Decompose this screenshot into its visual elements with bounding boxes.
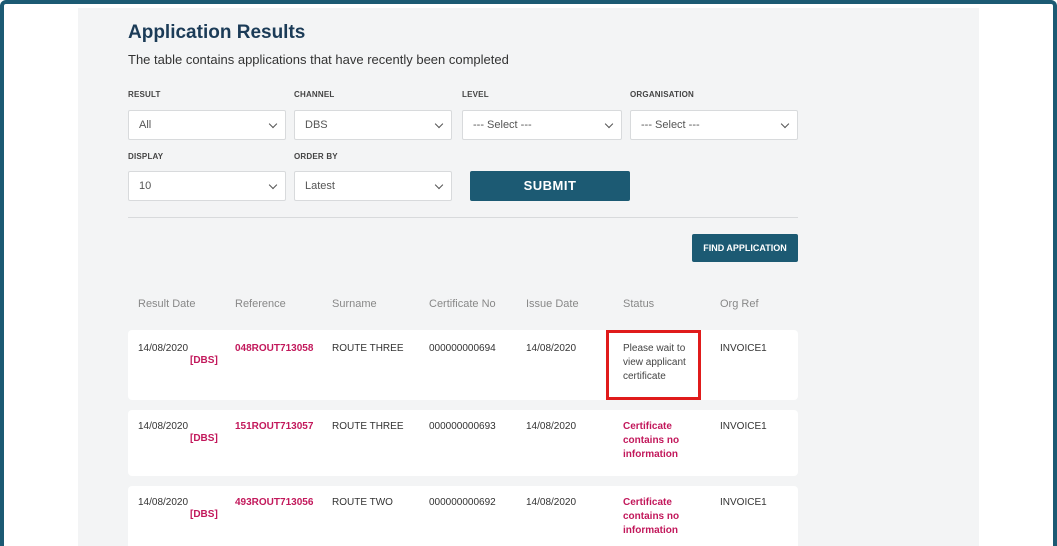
surname: ROUTE THREE (332, 343, 404, 354)
certificate-no: 000000000694 (429, 343, 496, 354)
status-highlight-box (606, 330, 701, 400)
surname: ROUTE TWO (332, 497, 393, 508)
reference-link[interactable]: 048ROUT713058 (235, 342, 313, 356)
result-select[interactable]: All (128, 110, 286, 140)
organisation-filter-label: ORGANISATION (630, 90, 695, 99)
chevron-down-icon (434, 180, 444, 190)
issue-date: 14/08/2020 (526, 343, 577, 354)
header-certificate-no: Certificate No (429, 298, 496, 310)
org-ref: INVOICE1 (720, 497, 767, 508)
channel-select[interactable]: DBS (294, 110, 452, 140)
display-filter-label: DISPLAY (128, 152, 164, 161)
order-by-select-value: Latest (305, 180, 335, 192)
org-ref: INVOICE1 (720, 421, 767, 432)
chevron-down-icon (604, 119, 614, 129)
page-title: Application Results (128, 22, 306, 43)
certificate-no: 000000000693 (429, 421, 496, 432)
reference-link[interactable]: 493ROUT713056 (235, 496, 313, 510)
certificate-no: 000000000692 (429, 497, 496, 508)
channel-tag: [DBS] (190, 433, 218, 444)
result-select-value: All (139, 119, 152, 131)
organisation-select[interactable]: --- Select --- (630, 110, 798, 140)
organisation-select-value: --- Select --- (641, 119, 700, 131)
reference-link[interactable]: 151ROUT713057 (235, 420, 313, 434)
header-surname: Surname (332, 298, 377, 310)
display-select[interactable]: 10 (128, 171, 286, 201)
level-filter-label: LEVEL (462, 90, 489, 99)
header-org-ref: Org Ref (720, 298, 759, 310)
chevron-down-icon (434, 119, 444, 129)
channel-tag: [DBS] (190, 355, 218, 366)
result-date: 14/08/2020 (138, 497, 189, 508)
chevron-down-icon (268, 180, 278, 190)
status-text: Certificate contains no information (623, 497, 680, 536)
channel-select-value: DBS (305, 119, 328, 131)
display-select-value: 10 (139, 180, 152, 192)
table-row: 14/08/2020 [DBS] 493ROUT713056 ROUTE TWO… (128, 486, 798, 546)
chevron-down-icon (268, 119, 278, 129)
channel-tag: [DBS] (190, 509, 218, 520)
submit-button[interactable]: SUBMIT (470, 171, 630, 201)
channel-filter-label: CHANNEL (294, 90, 335, 99)
chevron-down-icon (780, 119, 790, 129)
find-application-button[interactable]: FIND APPLICATION (692, 234, 798, 262)
result-date: 14/08/2020 (138, 343, 189, 354)
level-select[interactable]: --- Select --- (462, 110, 622, 140)
issue-date: 14/08/2020 (526, 421, 577, 432)
divider (128, 217, 798, 218)
header-status: Status (623, 298, 655, 310)
level-select-value: --- Select --- (473, 119, 532, 131)
surname: ROUTE THREE (332, 421, 404, 432)
header-reference: Reference (235, 298, 286, 310)
status-text: Certificate contains no information (623, 421, 680, 460)
page-subtitle: The table contains applications that hav… (128, 52, 509, 67)
header-issue-date: Issue Date (526, 298, 579, 310)
result-filter-label: RESULT (128, 90, 161, 99)
order-by-filter-label: ORDER BY (294, 152, 338, 161)
result-date: 14/08/2020 (138, 421, 189, 432)
org-ref: INVOICE1 (720, 343, 767, 354)
header-result-date: Result Date (138, 298, 196, 310)
order-by-select[interactable]: Latest (294, 171, 452, 201)
table-row: 14/08/2020 [DBS] 151ROUT713057 ROUTE THR… (128, 410, 798, 476)
issue-date: 14/08/2020 (526, 497, 577, 508)
